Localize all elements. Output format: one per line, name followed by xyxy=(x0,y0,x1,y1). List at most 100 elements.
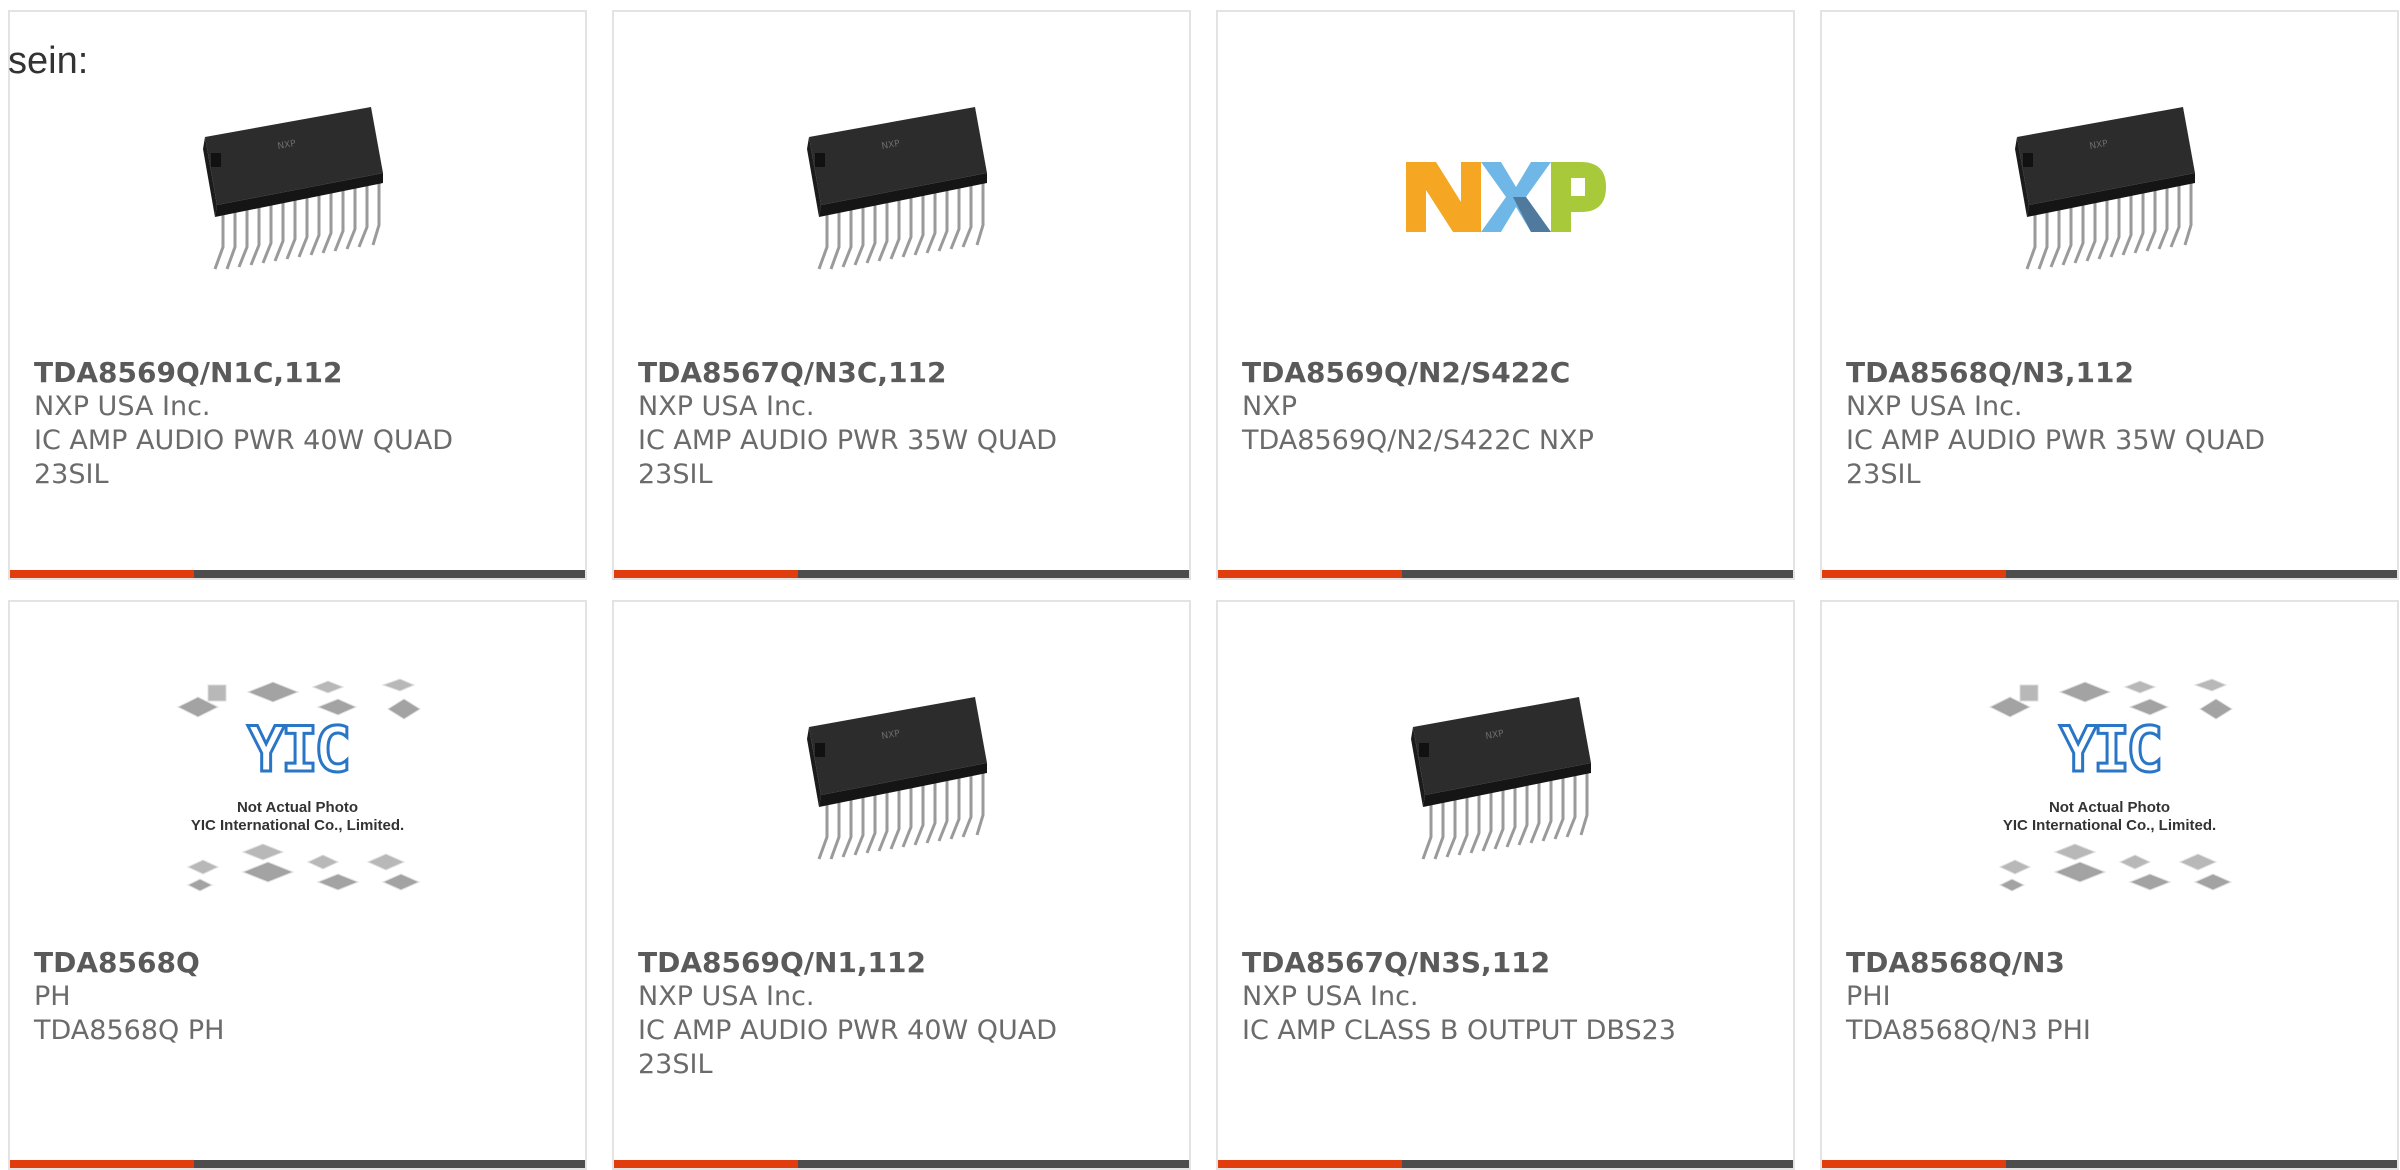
ic-chip-icon: NXP xyxy=(202,107,383,270)
component-shape xyxy=(186,859,219,875)
description-line2: 23SIL xyxy=(1846,459,1921,490)
description-line1: IC AMP CLASS B OUTPUT DBS23 xyxy=(1242,1015,1676,1046)
part-number[interactable]: TDA8569Q/N2/S422C xyxy=(1242,356,1769,390)
description-line2: 23SIL xyxy=(638,459,713,490)
product-info: TDA8568Q PH TDA8568Q PH xyxy=(34,946,561,1048)
product-info: TDA8569Q/N1,112 NXP USA Inc. IC AMP AUDIO … xyxy=(638,946,1165,1082)
product-card[interactable]: NXP TDA8567Q/N3S,112 NXP USA Inc. IC AMP C… xyxy=(1216,600,1795,1170)
component-shape xyxy=(186,878,213,892)
part-number[interactable]: TDA8569Q/N1C,112 xyxy=(34,356,561,390)
description-line1: TDA8568Q/N3 PHI xyxy=(1846,1015,2091,1046)
manufacturer: NXP USA Inc. xyxy=(1242,981,1419,1012)
manufacturer: NXP xyxy=(1242,391,1297,422)
card-accent-bar xyxy=(1218,570,1402,578)
intro-text: sein: xyxy=(8,40,89,82)
product-image[interactable]: NXP xyxy=(614,662,1189,912)
component-shape xyxy=(1998,878,2025,892)
component-shape xyxy=(2128,873,2171,891)
product-image[interactable]: YIC Not Actual Photo YIC International Co.… xyxy=(10,662,585,912)
description-line1: IC AMP AUDIO PWR 35W QUAD xyxy=(638,425,1058,456)
ic-chip-icon: NXP xyxy=(806,107,987,270)
product-image[interactable]: NXP xyxy=(1822,72,2397,322)
yic-logo: YIC xyxy=(246,713,353,786)
part-number[interactable]: TDA8569Q/N1,112 xyxy=(638,946,1165,980)
component-shapes-icon xyxy=(176,678,421,892)
component-shape xyxy=(2192,678,2227,692)
yic-caption-line1: Not Actual Photo xyxy=(236,799,359,816)
product-card[interactable]: YIC Not Actual Photo YIC International Co.… xyxy=(1820,600,2399,1170)
description-line2: 23SIL xyxy=(638,1049,713,1080)
component-shape xyxy=(2193,873,2232,891)
card-accent-bar xyxy=(10,570,194,578)
product-image[interactable]: NXP xyxy=(10,72,585,322)
component-shape xyxy=(207,684,226,702)
component-shape xyxy=(246,681,299,703)
component-shape xyxy=(241,843,284,861)
description-line1: IC AMP AUDIO PWR 40W QUAD xyxy=(34,425,454,456)
product-info: TDA8568Q/N3 PHI TDA8568Q/N3 PHI xyxy=(1846,946,2373,1048)
card-accent-bar xyxy=(1822,570,2006,578)
ic-chip-icon: NXP xyxy=(806,697,987,860)
yic-caption-line2: YIC International Co., Limited. xyxy=(2002,817,2217,834)
yic-logo: YIC xyxy=(2058,713,2165,786)
description-line1: TDA8569Q/N2/S422C NXP xyxy=(1242,425,1594,456)
component-shape xyxy=(2053,861,2106,883)
product-info: TDA8568Q/N3,112 NXP USA Inc. IC AMP AUDIO … xyxy=(1846,356,2373,492)
yic-caption-line2: YIC International Co., Limited. xyxy=(190,817,405,834)
product-info: TDA8569Q/N2/S422C NXP TDA8569Q/N2/S422C NX… xyxy=(1242,356,1769,458)
component-shape xyxy=(306,854,339,870)
component-shape xyxy=(316,873,359,891)
description-line2: 23SIL xyxy=(34,459,109,490)
product-card[interactable]: NXP TDA8568Q/N3,112 NXP USA Inc. IC AMP AU… xyxy=(1820,10,2399,580)
product-image[interactable]: NXP xyxy=(1218,662,1793,912)
description-line1: TDA8568Q PH xyxy=(34,1015,225,1046)
product-info: TDA8567Q/N3S,112 NXP USA Inc. IC AMP CLASS… xyxy=(1242,946,1769,1048)
product-card[interactable]: NXP TDA8569Q/N1C,112 NXP USA Inc. IC AMP A… xyxy=(8,10,587,580)
product-card[interactable]: NXP TDA8567Q/N3C,112 NXP USA Inc. IC AMP A… xyxy=(612,10,1191,580)
product-card[interactable]: TDA8569Q/N2/S422C NXP TDA8569Q/N2/S422C NX… xyxy=(1216,10,1795,580)
nxp-logo-icon xyxy=(1405,162,1606,232)
card-bottom-bar xyxy=(614,570,1189,578)
part-number[interactable]: TDA8568Q/N3 xyxy=(1846,946,2373,980)
manufacturer: NXP USA Inc. xyxy=(638,391,815,422)
part-number[interactable]: TDA8567Q/N3S,112 xyxy=(1242,946,1769,980)
yic-caption-line1: Not Actual Photo xyxy=(2048,799,2171,816)
component-shape xyxy=(2053,843,2096,861)
yic-placeholder-image: YIC Not Actual Photo YIC International Co.… xyxy=(168,667,428,907)
manufacturer: NXP USA Inc. xyxy=(34,391,211,422)
manufacturer: PH xyxy=(34,981,71,1012)
product-image[interactable] xyxy=(1218,72,1793,322)
part-number[interactable]: TDA8568Q xyxy=(34,946,561,980)
component-shape xyxy=(2123,680,2156,694)
card-bottom-bar xyxy=(1218,570,1793,578)
component-shape xyxy=(1998,859,2031,875)
card-bottom-bar xyxy=(10,570,585,578)
component-shape xyxy=(366,853,405,871)
manufacturer: NXP USA Inc. xyxy=(638,981,815,1012)
card-bottom-bar xyxy=(1822,570,2397,578)
product-info: TDA8567Q/N3C,112 NXP USA Inc. IC AMP AUDIO… xyxy=(638,356,1165,492)
product-image[interactable]: NXP xyxy=(614,72,1189,322)
component-shape xyxy=(381,873,420,891)
yic-placeholder-image: YIC Not Actual Photo YIC International Co.… xyxy=(1980,667,2240,907)
card-accent-bar xyxy=(614,570,798,578)
component-shape xyxy=(2058,681,2111,703)
component-shape xyxy=(2178,853,2217,871)
ic-chip-icon: NXP xyxy=(1410,697,1591,860)
manufacturer: PHI xyxy=(1846,981,1891,1012)
description-line1: IC AMP AUDIO PWR 35W QUAD xyxy=(1846,425,2266,456)
product-card[interactable]: NXP TDA8569Q/N1,112 NXP USA Inc. IC AMP AU… xyxy=(612,600,1191,1170)
component-shape xyxy=(2118,854,2151,870)
ic-chip-icon: NXP xyxy=(2014,107,2195,270)
part-number[interactable]: TDA8567Q/N3C,112 xyxy=(638,356,1165,390)
product-info: TDA8569Q/N1C,112 NXP USA Inc. IC AMP AUDIO… xyxy=(34,356,561,492)
description-line1: IC AMP AUDIO PWR 40W QUAD xyxy=(638,1015,1058,1046)
component-shape xyxy=(311,680,344,694)
part-number[interactable]: TDA8568Q/N3,112 xyxy=(1846,356,2373,390)
product-card[interactable]: YIC Not Actual Photo YIC International Co.… xyxy=(8,600,587,1170)
component-shape xyxy=(241,861,294,883)
component-shape xyxy=(2019,684,2038,702)
component-shapes-icon xyxy=(1988,678,2233,892)
product-image[interactable]: YIC Not Actual Photo YIC International Co.… xyxy=(1822,662,2397,912)
manufacturer: NXP USA Inc. xyxy=(1846,391,2023,422)
